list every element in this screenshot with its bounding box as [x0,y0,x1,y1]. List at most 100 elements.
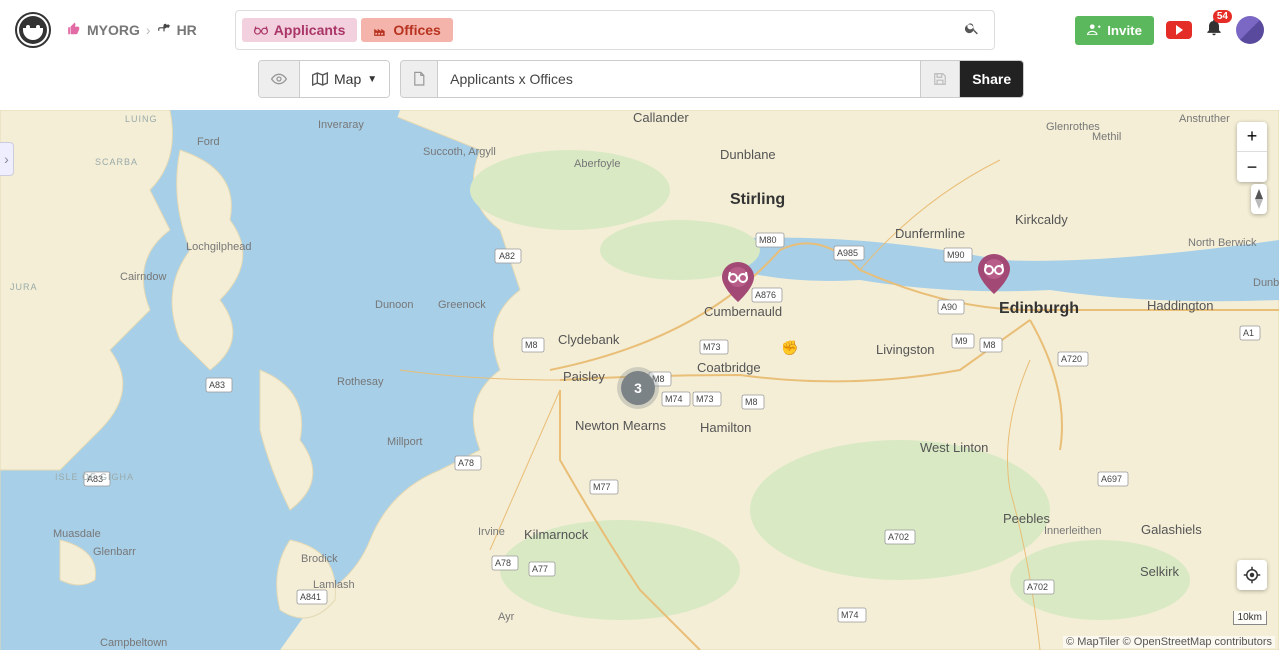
svg-text:Innerleithen: Innerleithen [1044,525,1102,537]
side-panel-toggle[interactable]: › [0,142,14,176]
view-type-dropdown[interactable]: Map ▼ [300,61,389,97]
svg-text:Methil: Methil [1092,131,1121,143]
search-bar[interactable]: Applicants Offices [235,10,995,50]
factory-icon [373,24,387,36]
svg-text:Stirling: Stirling [730,191,785,208]
svg-text:M9: M9 [955,336,968,346]
svg-text:Brodick: Brodick [301,553,338,565]
svg-text:Dunblane: Dunblane [720,147,776,162]
svg-text:LUING: LUING [125,114,158,124]
breadcrumb: MYORG › HR [67,22,197,39]
user-plus-icon [1087,23,1101,38]
app-logo[interactable] [15,12,51,48]
glasses-icon [254,25,268,35]
svg-text:Clydebank: Clydebank [558,332,620,347]
svg-text:Millport: Millport [387,436,422,448]
breadcrumb-section[interactable]: HR [177,22,197,38]
svg-text:Greenock: Greenock [438,299,486,311]
svg-text:M8: M8 [745,397,758,407]
save-icon[interactable] [921,61,960,97]
svg-text:A720: A720 [1061,354,1082,364]
compass-control[interactable] [1251,184,1267,214]
locate-button[interactable] [1237,560,1267,590]
svg-text:Aberfoyle: Aberfoyle [574,158,620,170]
svg-text:SCARBA: SCARBA [95,157,138,167]
svg-text:A985: A985 [837,248,858,258]
svg-text:Ayr: Ayr [498,611,515,623]
svg-text:West Linton: West Linton [920,440,988,455]
caret-down-icon: ▼ [367,74,377,85]
share-button[interactable]: Share [960,61,1023,97]
svg-text:A841: A841 [300,592,321,602]
svg-text:A77: A77 [532,564,548,574]
breadcrumb-org[interactable]: MYORG [87,22,140,38]
locate-control[interactable] [1237,560,1267,590]
svg-text:North Berwick: North Berwick [1188,237,1257,249]
map-pin-applicant[interactable] [978,254,1010,294]
svg-text:Rothesay: Rothesay [337,376,384,388]
svg-text:Paisley: Paisley [563,369,605,384]
svg-text:A90: A90 [941,302,957,312]
tag-offices[interactable]: Offices [361,18,452,42]
chevron-right-icon: › [146,22,151,38]
svg-text:A1: A1 [1243,328,1254,338]
svg-text:Coatbridge: Coatbridge [697,360,761,375]
svg-text:Livingston: Livingston [876,342,935,357]
notification-count: 54 [1213,10,1232,23]
svg-text:Dunbar: Dunbar [1253,277,1279,289]
tag-applicants[interactable]: Applicants [242,18,358,42]
map-icon [312,72,328,86]
svg-text:M8: M8 [983,340,996,350]
view-title[interactable]: Applicants x Offices [438,61,921,97]
svg-text:Cumbernauld: Cumbernauld [704,304,782,319]
horse-icon [157,22,171,39]
zoom-out-button[interactable]: − [1237,152,1267,182]
svg-text:M73: M73 [696,394,714,404]
svg-text:Dunfermline: Dunfermline [895,226,965,241]
svg-text:A702: A702 [888,532,909,542]
view-type-label: Map [334,71,361,87]
svg-text:A78: A78 [495,558,511,568]
map-cluster[interactable]: 3 [621,371,655,405]
svg-text:Lamlash: Lamlash [313,579,355,591]
search-icon[interactable] [956,20,988,41]
svg-text:Irvine: Irvine [478,526,505,538]
zoom-controls: + − [1237,122,1267,182]
thumbs-up-icon [67,22,81,39]
zoom-in-button[interactable]: + [1237,122,1267,152]
svg-text:A78: A78 [458,458,474,468]
map-pin-applicant[interactable] [722,262,754,302]
svg-text:Anstruther: Anstruther [1179,113,1230,125]
avatar[interactable] [1236,16,1264,44]
invite-button[interactable]: Invite [1075,16,1154,45]
svg-text:Hamilton: Hamilton [700,420,751,435]
svg-text:Ford: Ford [197,136,220,148]
svg-text:Kilmarnock: Kilmarnock [524,527,589,542]
svg-text:Succoth, Argyll: Succoth, Argyll [423,146,496,158]
svg-text:JURA: JURA [10,282,38,292]
invite-label: Invite [1107,23,1142,38]
svg-text:Campbeltown: Campbeltown [100,637,167,649]
svg-text:Edinburgh: Edinburgh [999,300,1079,317]
visibility-toggle[interactable] [259,61,300,97]
svg-text:M74: M74 [665,394,683,404]
svg-text:Lochgilphead: Lochgilphead [186,241,251,253]
notifications-bell[interactable]: 54 [1204,16,1224,44]
svg-text:M77: M77 [593,482,611,492]
svg-text:M8: M8 [525,340,538,350]
svg-text:Selkirk: Selkirk [1140,564,1180,579]
svg-text:Kirkcaldy: Kirkcaldy [1015,212,1068,227]
document-icon[interactable] [401,61,438,97]
svg-text:Dunoon: Dunoon [375,299,414,311]
svg-text:M90: M90 [947,250,965,260]
grab-cursor-icon: ✊ [781,340,798,357]
svg-text:Muasdale: Muasdale [53,528,101,540]
map-view[interactable]: A82 M80 A985 M90 A876 A90 M9 M8 A1 A720 … [0,110,1279,650]
svg-text:M74: M74 [841,610,859,620]
svg-text:A702: A702 [1027,582,1048,592]
svg-text:Glenbarr: Glenbarr [93,546,136,558]
svg-text:A83: A83 [209,380,225,390]
svg-text:Callander: Callander [633,110,689,125]
youtube-icon[interactable] [1166,21,1192,39]
svg-text:M73: M73 [703,342,721,352]
